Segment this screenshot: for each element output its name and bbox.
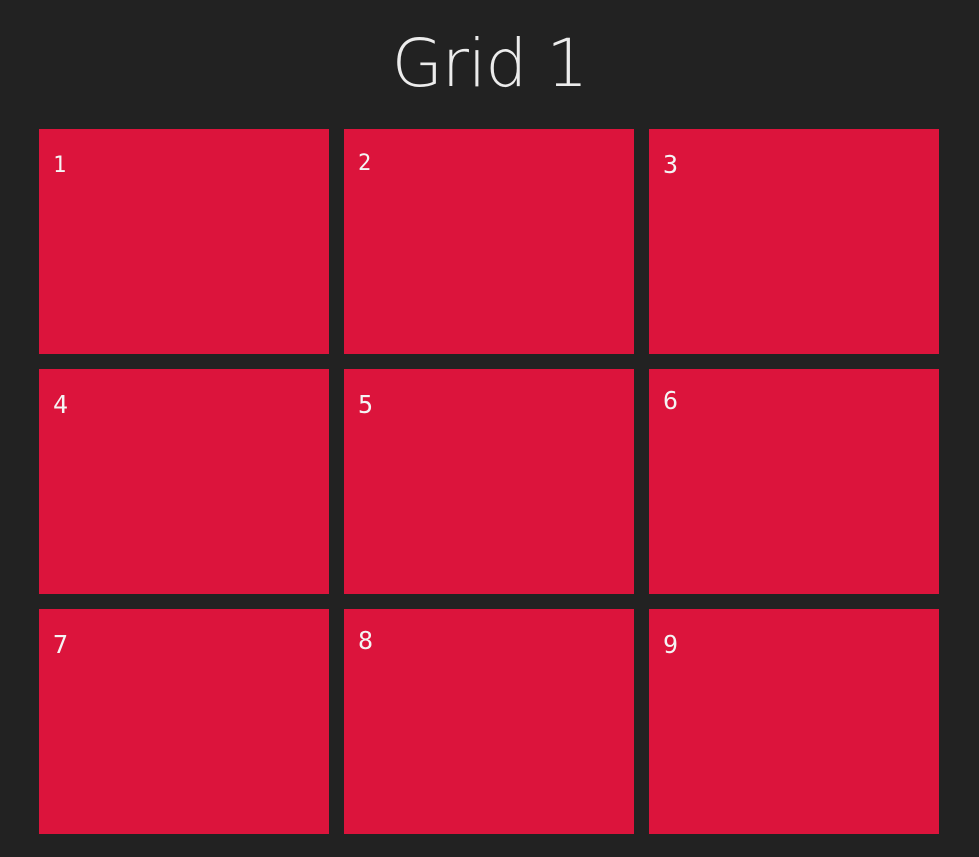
grid-cell-label: 9 xyxy=(663,630,679,659)
grid-cell-label: 7 xyxy=(53,630,69,659)
grid-container: 1 2 3 4 5 6 7 8 9 xyxy=(39,129,939,834)
grid-cell-label: 1 xyxy=(53,153,67,178)
grid-cell-label: 5 xyxy=(358,390,374,419)
grid-cell-label: 4 xyxy=(53,390,69,419)
grid-cell-5: 5 xyxy=(344,369,634,594)
grid-cell-7: 7 xyxy=(39,609,329,834)
page-title: Grid 1 xyxy=(391,25,588,102)
grid-cell-2: 2 xyxy=(344,129,634,354)
grid-cell-4: 4 xyxy=(39,369,329,594)
grid-cell-label: 2 xyxy=(358,151,372,176)
grid-cell-label: 8 xyxy=(358,626,374,655)
grid-cell-label: 6 xyxy=(663,386,679,415)
grid-cell-label: 3 xyxy=(663,150,679,179)
grid-cell-9: 9 xyxy=(649,609,939,834)
grid-cell-8: 8 xyxy=(344,609,634,834)
grid-cell-6: 6 xyxy=(649,369,939,594)
grid-cell-1: 1 xyxy=(39,129,329,354)
grid-cell-3: 3 xyxy=(649,129,939,354)
